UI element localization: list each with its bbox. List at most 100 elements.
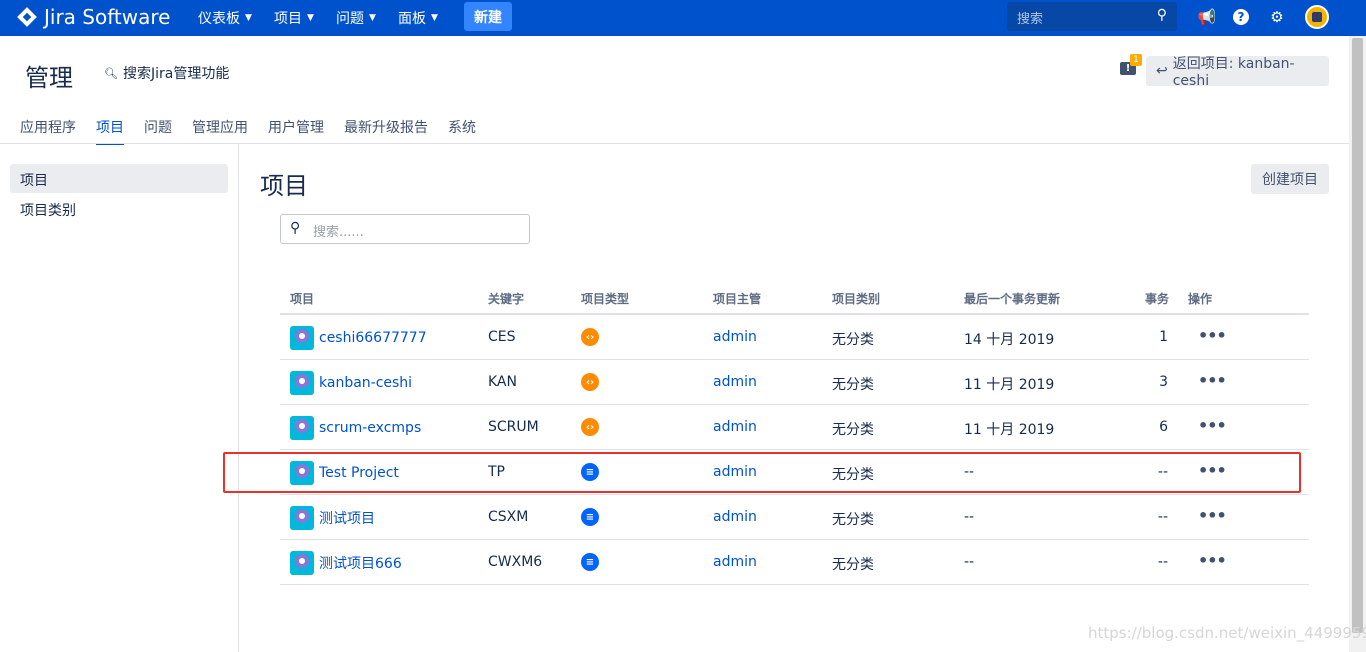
- project-name-link[interactable]: ceshi66677777: [290, 326, 427, 350]
- nav-boards[interactable]: 面板 ▼: [398, 8, 438, 28]
- issue-count: 6: [1159, 419, 1168, 435]
- last-updated: 11 十月 2019: [964, 422, 1055, 438]
- jira-logo-icon: [17, 7, 37, 27]
- col-issues: 事务: [1145, 292, 1170, 306]
- project-name: scrum-excmps: [319, 420, 422, 436]
- project-name: kanban-ceshi: [319, 375, 413, 391]
- table-row: scrum-excmps SCRUM ‹› admin 无分类 11 十月 2019 6 ••…: [280, 405, 1309, 450]
- tab-user-management[interactable]: 用户管理: [268, 117, 324, 145]
- tab-manage-apps[interactable]: 管理应用: [192, 117, 248, 145]
- sidebar-divider: [238, 144, 239, 652]
- back-arrow-icon: ↩: [1156, 63, 1168, 79]
- chevron-down-icon: ▼: [431, 13, 438, 23]
- search-icon: 🔍︎: [104, 66, 118, 80]
- issue-count: --: [1157, 554, 1168, 570]
- col-project[interactable]: 项目: [290, 290, 314, 307]
- jira-logo[interactable]: Jira Software: [17, 5, 171, 29]
- last-updated: --: [964, 509, 975, 525]
- project-lead-link[interactable]: admin: [713, 329, 757, 345]
- project-avatar-icon: [290, 326, 314, 350]
- admin-title: 管理: [25, 64, 73, 92]
- project-name-link[interactable]: scrum-excmps: [290, 416, 421, 440]
- more-actions-icon[interactable]: •••: [1198, 506, 1227, 525]
- vertical-scrollbar[interactable]: [1349, 36, 1366, 652]
- project-name-link[interactable]: 测试项目666: [290, 551, 402, 575]
- admin-tabs: 应用程序 项目 问题 管理应用 用户管理 最新升级报告 系统: [20, 117, 496, 145]
- more-actions-icon[interactable]: •••: [1198, 551, 1227, 570]
- megaphone-icon[interactable]: 📢: [1196, 6, 1218, 28]
- software-project-type-icon: ‹›: [581, 373, 599, 391]
- notification-badge: 1: [1130, 54, 1142, 66]
- project-category: 无分类: [832, 422, 874, 438]
- project-category: 无分类: [832, 512, 874, 528]
- nav-issues[interactable]: 问题 ▼: [336, 8, 376, 28]
- project-name: 测试项目: [319, 511, 375, 527]
- project-lead-link[interactable]: admin: [713, 419, 757, 435]
- back-to-project-button[interactable]: ↩ 返回项目: kanban-ceshi: [1146, 56, 1329, 89]
- more-actions-icon[interactable]: •••: [1198, 326, 1227, 345]
- col-actions: 操作: [1188, 292, 1213, 306]
- top-navigation-bar: Jira Software 仪表板 ▼ 项目 ▼ 问题 ▼ 面板 ▼ 新建 搜索 ⚲ 📢…: [0, 0, 1366, 36]
- col-key[interactable]: 关键字: [488, 290, 524, 307]
- nav-dashboards[interactable]: 仪表板 ▼: [198, 8, 252, 28]
- page-title: 项目: [260, 172, 308, 200]
- tab-issues[interactable]: 问题: [144, 117, 172, 145]
- project-search-input[interactable]: ⚲ 搜索......: [280, 214, 530, 244]
- more-actions-icon[interactable]: •••: [1198, 416, 1227, 435]
- project-avatar-icon: [290, 551, 314, 575]
- highlight-box: [223, 452, 1301, 493]
- gear-icon[interactable]: ⚙: [1266, 6, 1288, 28]
- global-search-input[interactable]: 搜索 ⚲: [1007, 2, 1177, 31]
- project-avatar-icon: [290, 506, 314, 530]
- tab-system[interactable]: 系统: [448, 117, 476, 145]
- col-type[interactable]: 项目类型: [581, 290, 629, 307]
- nav-projects[interactable]: 项目 ▼: [274, 8, 314, 28]
- logo-text: Jira Software: [44, 5, 171, 29]
- project-lead-link[interactable]: admin: [713, 554, 757, 570]
- sidebar-item-project-categories[interactable]: 项目类别: [10, 194, 228, 223]
- admin-search-link[interactable]: 🔍︎ 搜索Jira管理功能: [104, 63, 229, 83]
- tab-applications[interactable]: 应用程序: [20, 117, 76, 145]
- create-project-button[interactable]: 创建项目: [1251, 164, 1329, 194]
- scrollbar-thumb[interactable]: [1352, 38, 1363, 633]
- more-actions-icon[interactable]: •••: [1198, 371, 1227, 390]
- project-key: SCRUM: [488, 419, 539, 435]
- notification-button[interactable]: ! 1: [1120, 54, 1142, 76]
- project-name: 测试项目666: [319, 556, 402, 572]
- issue-count: 3: [1159, 374, 1168, 390]
- business-project-type-icon: ≡: [581, 508, 599, 526]
- project-key: CES: [488, 329, 516, 345]
- project-key: CWXM6: [488, 554, 543, 570]
- project-lead-link[interactable]: admin: [713, 509, 757, 525]
- last-updated: 11 十月 2019: [964, 377, 1055, 393]
- project-name: ceshi66677777: [319, 330, 427, 346]
- sidebar-item-projects[interactable]: 项目: [10, 164, 228, 193]
- chevron-down-icon: ▼: [307, 13, 314, 23]
- divider: [0, 143, 1349, 144]
- table-row: 测试项目666 CWXM6 ≡ admin 无分类 -- -- •••: [280, 540, 1309, 585]
- chevron-down-icon: ▼: [369, 13, 376, 23]
- chevron-down-icon: ▼: [245, 13, 252, 23]
- project-lead-link[interactable]: admin: [713, 374, 757, 390]
- table-row: ceshi66677777 CES ‹› admin 无分类 14 十月 2019 1 •••: [280, 315, 1309, 360]
- col-last-updated[interactable]: 最后一个事务更新: [964, 290, 1060, 307]
- col-lead[interactable]: 项目主管: [713, 290, 761, 307]
- projects-table: 项目 关键字 项目类型 项目主管 项目类别 最后一个事务更新 事务 操作 ces…: [280, 280, 1309, 585]
- help-icon[interactable]: ?: [1230, 6, 1252, 28]
- last-updated: --: [964, 554, 975, 570]
- table-body: ceshi66677777 CES ‹› admin 无分类 14 十月 2019 1 •••…: [280, 315, 1309, 585]
- last-updated: 14 十月 2019: [964, 332, 1055, 348]
- search-icon: ⚲: [290, 220, 301, 236]
- tab-projects[interactable]: 项目: [96, 117, 124, 145]
- project-name-link[interactable]: kanban-ceshi: [290, 371, 412, 395]
- col-category[interactable]: 项目类别: [832, 290, 880, 307]
- user-avatar[interactable]: [1305, 5, 1329, 29]
- software-project-type-icon: ‹›: [581, 328, 599, 346]
- project-category: 无分类: [832, 332, 874, 348]
- table-row: kanban-ceshi KAN ‹› admin 无分类 11 十月 2019 3 •••: [280, 360, 1309, 405]
- create-button[interactable]: 新建: [464, 2, 512, 31]
- project-name-link[interactable]: 测试项目: [290, 506, 375, 530]
- issue-count: 1: [1159, 329, 1168, 345]
- tab-upgrade-report[interactable]: 最新升级报告: [344, 117, 428, 145]
- business-project-type-icon: ≡: [581, 553, 599, 571]
